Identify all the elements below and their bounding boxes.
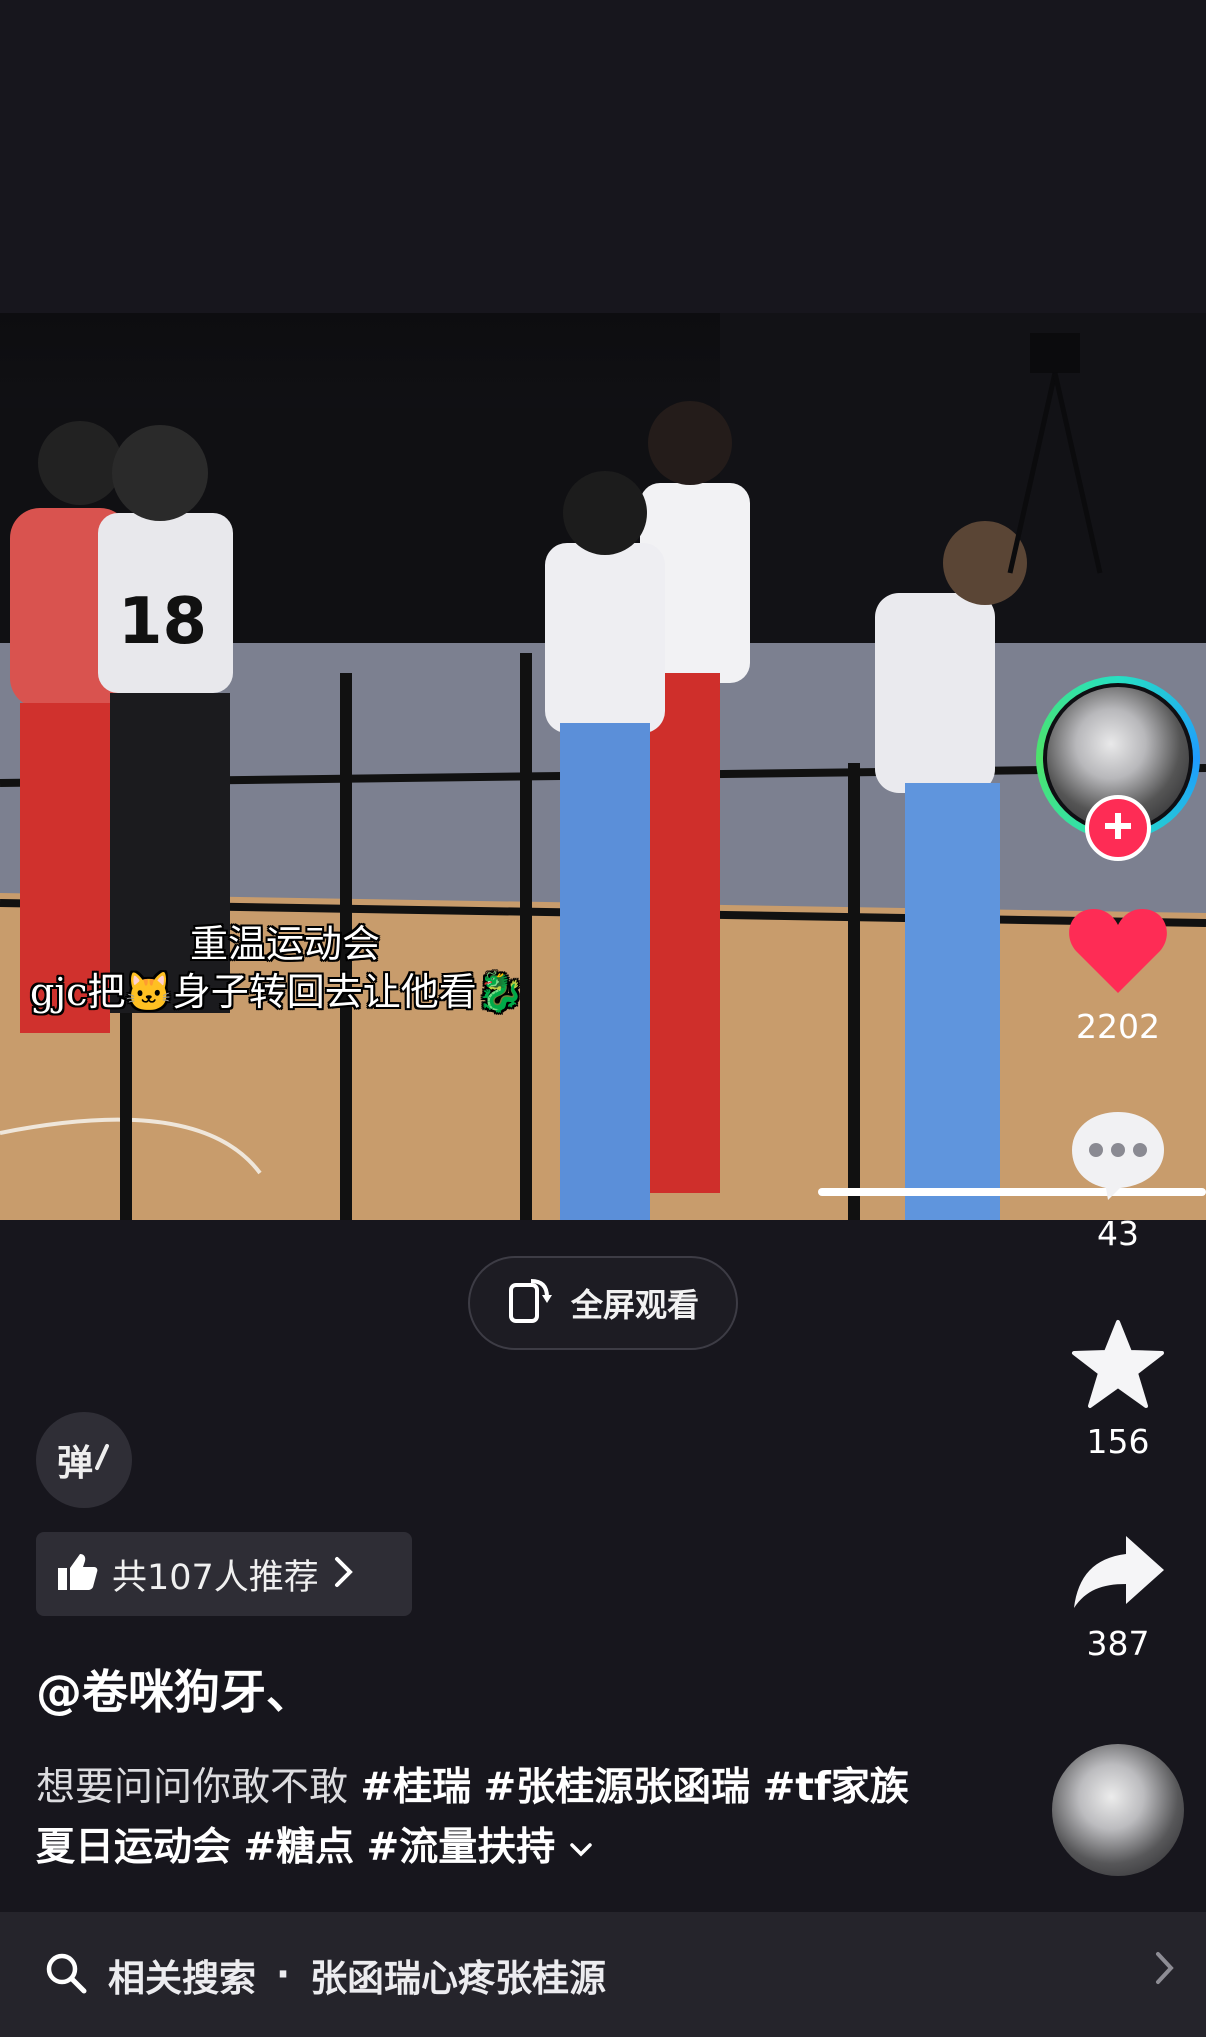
hashtag[interactable]: #张桂源张函瑞: [484, 1765, 751, 1810]
related-search-prefix: 相关搜索: [108, 1956, 256, 2000]
comment-count: 43: [1097, 1214, 1139, 1253]
like-button[interactable]: 2202: [1060, 905, 1176, 1046]
expand-chevron-icon[interactable]: [568, 1825, 594, 1870]
search-icon: [44, 1951, 88, 1999]
thumbs-up-icon: [56, 1552, 98, 1596]
recommend-label: 共107人推荐: [112, 1557, 319, 1598]
recommend-chip[interactable]: 共107人推荐: [36, 1532, 412, 1616]
follow-button[interactable]: [1085, 795, 1151, 861]
favorite-count: 156: [1086, 1422, 1150, 1461]
music-disc-avatar[interactable]: [1052, 1744, 1184, 1876]
hashtag[interactable]: #桂瑞: [360, 1765, 471, 1810]
author-name[interactable]: @卷咪狗牙、: [36, 1656, 312, 1722]
post-description: 想要问问你敢不敢 #桂瑞 #张桂源张函瑞 #tf家族夏日运动会 #糖点 #流量扶…: [36, 1758, 936, 1878]
related-search-bar[interactable]: 相关搜索 · 张函瑞心疼张桂源: [0, 1912, 1206, 2037]
chevron-right-icon: [1154, 1950, 1176, 1990]
description-text: 想要问问你敢不敢: [36, 1765, 361, 1810]
like-count: 2202: [1076, 1007, 1160, 1046]
video-overlay-caption: gjc把🐱身子转回去让他看🐉: [30, 970, 525, 1014]
danmu-label: 弹: [56, 1443, 93, 1484]
fullscreen-label: 全屏观看: [570, 1286, 699, 1324]
video-frame: 18: [0, 313, 1206, 1220]
star-icon: [1070, 1318, 1166, 1414]
comment-icon: [1068, 1108, 1168, 1206]
share-icon: [1070, 1532, 1166, 1616]
fullscreen-button[interactable]: 全屏观看: [468, 1256, 738, 1350]
related-search-separator: ·: [276, 1953, 291, 1996]
plus-icon: [1103, 811, 1133, 845]
share-count: 387: [1086, 1624, 1150, 1663]
comment-button[interactable]: 43: [1060, 1108, 1176, 1253]
jersey-number: 18: [118, 585, 207, 659]
video-overlay-title: 重温运动会: [190, 922, 381, 966]
hashtag[interactable]: #流量扶持: [367, 1825, 556, 1870]
danmu-slash-icon: [93, 1440, 111, 1481]
hashtag[interactable]: #糖点: [243, 1825, 354, 1870]
danmu-toggle-button[interactable]: 弹: [36, 1412, 132, 1508]
related-search-query: 张函瑞心疼张桂源: [310, 1956, 607, 2000]
video-player[interactable]: 18 重温运动会 gjc把🐱身子转回去让他看🐉: [0, 313, 1206, 1220]
rotate-screen-icon: [507, 1277, 553, 1329]
chevron-right-icon: [333, 1555, 355, 1593]
heart-icon: [1068, 905, 1168, 999]
favorite-button[interactable]: 156: [1060, 1318, 1176, 1461]
share-button[interactable]: 387: [1060, 1532, 1176, 1663]
